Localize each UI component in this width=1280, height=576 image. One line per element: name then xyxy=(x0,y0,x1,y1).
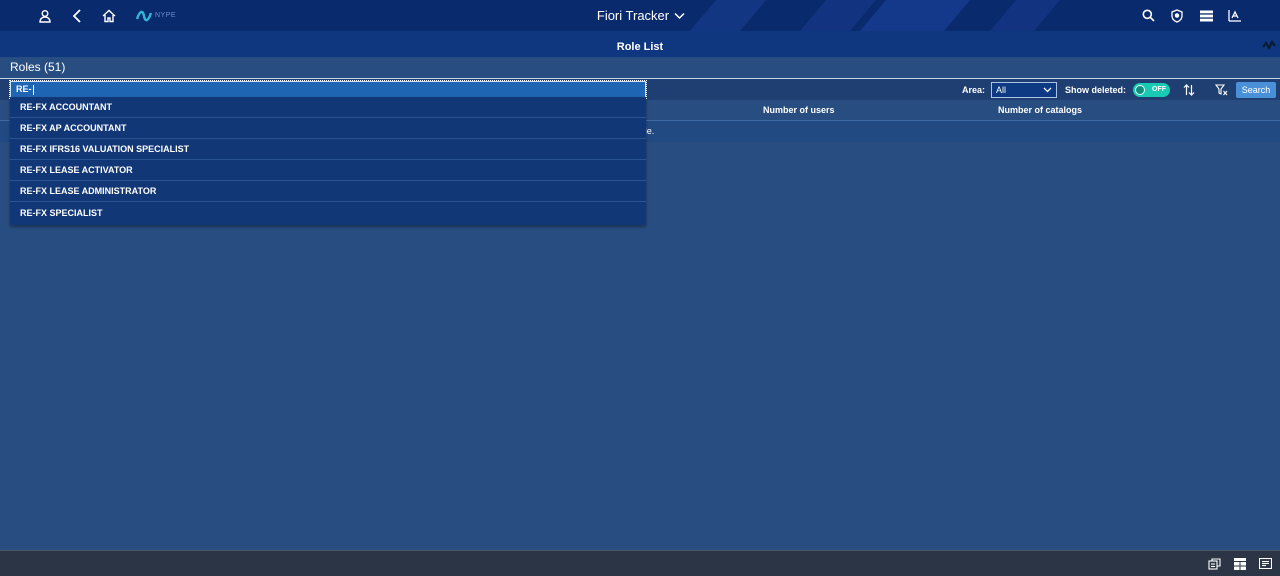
suggestion-item[interactable]: RE-FX LEASE ACTIVATOR xyxy=(10,160,646,181)
export-icon[interactable] xyxy=(1208,558,1221,570)
shellbar-stripes-decoration xyxy=(690,0,1060,31)
user-icon[interactable] xyxy=(36,7,54,25)
roles-count-title: Roles (51) xyxy=(10,60,66,74)
area-select-value: All xyxy=(995,84,1006,95)
search-icon[interactable] xyxy=(1139,7,1157,25)
show-deleted-toggle[interactable]: OFF xyxy=(1133,82,1170,97)
logo-text: NYPE xyxy=(155,12,177,19)
sort-icon xyxy=(1183,83,1195,96)
suggestion-item[interactable]: RE-FX IFRS16 VALUATION SPECIALIST xyxy=(10,139,646,160)
toggle-state-label: OFF xyxy=(1152,85,1166,93)
suggestion-item[interactable]: RE-FX ACCOUNTANT xyxy=(10,97,646,118)
page-header: Role List xyxy=(0,31,1280,57)
suggestion-item[interactable]: RE-FX LEASE ADMINISTRATOR xyxy=(10,181,646,202)
column-header-users[interactable]: Number of users xyxy=(763,105,835,115)
chevron-down-icon xyxy=(1043,87,1052,92)
search-input-value: RE- xyxy=(16,84,32,94)
search-button[interactable]: Search xyxy=(1236,81,1276,98)
sort-button[interactable] xyxy=(1183,83,1195,96)
area-label: Area: xyxy=(961,84,985,95)
app-title-menu[interactable]: Fiori Tracker xyxy=(597,8,685,23)
clear-filter-icon xyxy=(1215,83,1228,95)
show-deleted-label: Show deleted: xyxy=(1064,84,1126,95)
text-direction-icon[interactable] xyxy=(1226,7,1244,25)
area-select[interactable]: All xyxy=(990,81,1057,98)
company-logo: NYPE xyxy=(136,10,176,22)
toggle-knob xyxy=(1135,84,1145,95)
logo-mark-icon xyxy=(136,10,152,21)
page-title: Role List xyxy=(616,41,664,53)
menu-icon[interactable] xyxy=(1197,7,1215,25)
home-icon[interactable] xyxy=(100,7,118,25)
text-caret xyxy=(32,84,34,95)
grid-icon[interactable] xyxy=(1234,558,1246,570)
suggestion-item[interactable]: RE-FX SPECIALIST xyxy=(10,202,646,223)
back-icon[interactable] xyxy=(68,7,86,25)
filter-bar: Area: All Show deleted: OFF Search xyxy=(962,80,1276,99)
role-search-input[interactable]: RE- xyxy=(9,80,647,99)
notifications-icon[interactable] xyxy=(1168,7,1186,25)
list-icon[interactable] xyxy=(1259,558,1272,570)
clear-filter-button[interactable] xyxy=(1215,83,1228,96)
personalize-icon[interactable] xyxy=(1262,39,1276,57)
shell-bar: NYPE Fiori Tracker xyxy=(0,0,1280,31)
suggestion-item[interactable]: RE-FX AP ACCOUNTANT xyxy=(10,118,646,139)
search-suggestions-dropdown: RE-FX ACCOUNTANT RE-FX AP ACCOUNTANT RE-… xyxy=(10,97,646,225)
column-header-catalogs[interactable]: Number of catalogs xyxy=(998,105,1082,115)
app-title: Fiori Tracker xyxy=(596,8,670,23)
chevron-down-icon xyxy=(674,12,685,19)
footer-bar xyxy=(0,550,1280,576)
